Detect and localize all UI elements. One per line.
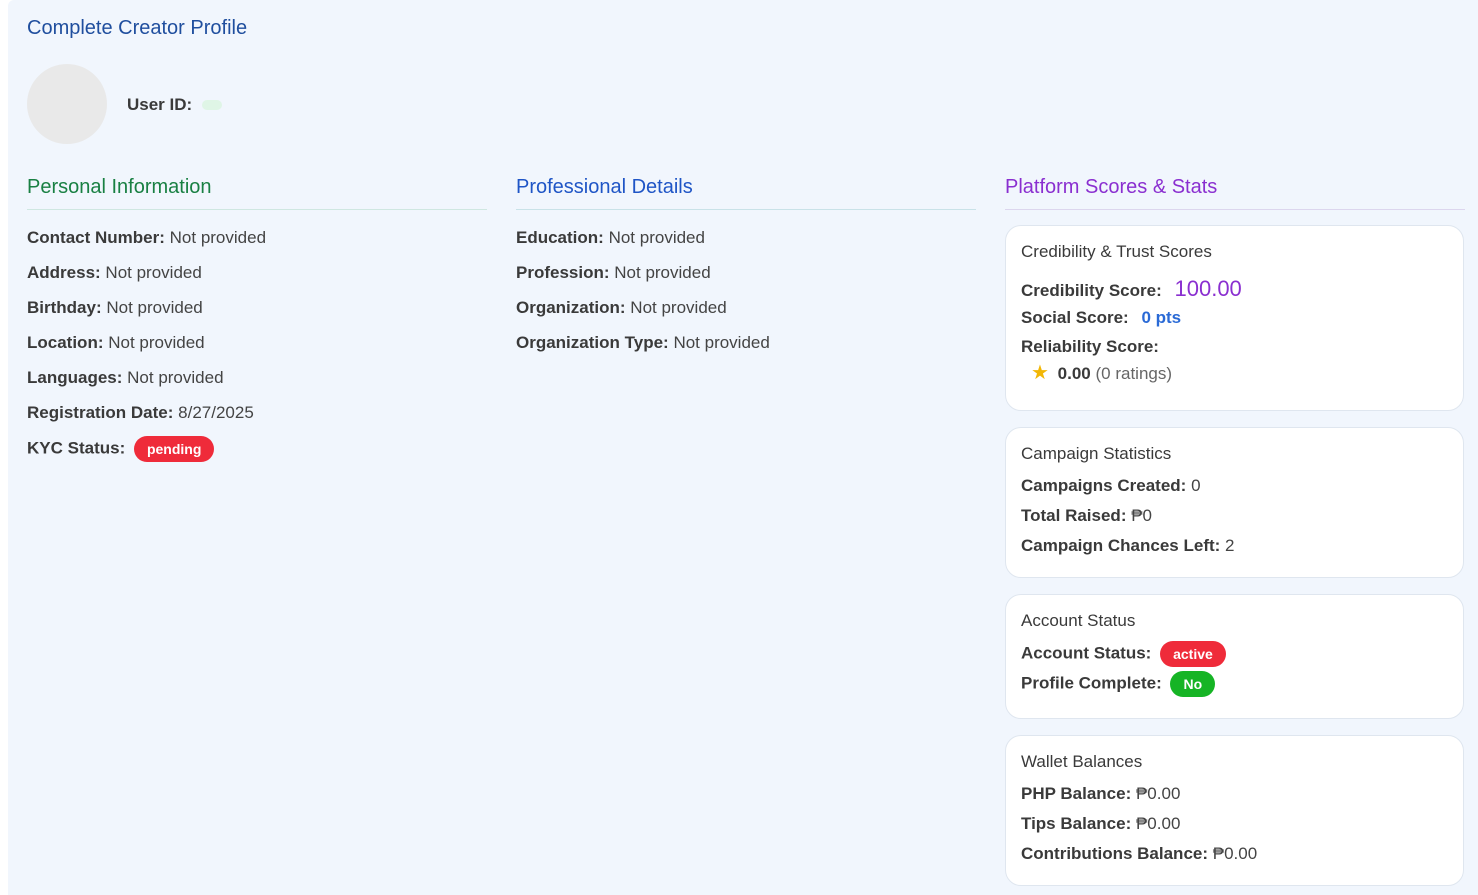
education-value: Not provided [608,228,705,247]
reliability-score-row: Reliability Score: [1021,337,1448,357]
organization-value: Not provided [630,298,727,317]
campaign-statistics-card: Campaign Statistics Campaigns Created: 0… [1005,427,1464,578]
location-label: Location: [27,333,104,352]
education-label: Education: [516,228,604,247]
total-raised-row: Total Raised: ₱0 [1021,506,1448,526]
php-balance-label: PHP Balance: [1021,784,1132,803]
location-value: Not provided [108,333,205,352]
contributions-balance-label: Contributions Balance: [1021,844,1209,863]
languages-value: Not provided [127,368,224,387]
account-status-card: Account Status Account Status: active Pr… [1005,594,1464,719]
account-status-label: Account Status: [1021,643,1152,663]
tips-balance-value: ₱0.00 [1135,814,1181,833]
birthday-value: Not provided [106,298,203,317]
contributions-balance-value: ₱0.00 [1212,844,1258,863]
personal-info-section: Personal Information Contact Number: Not… [27,176,487,471]
account-status-badge: active [1160,641,1226,667]
profile-complete-row: Profile Complete: No [1021,671,1448,697]
campaign-chances-label: Campaign Chances Left: [1021,536,1221,555]
profession-row: Profession: Not provided [516,261,976,296]
reliability-rating-row: ★ 0.00 (0 ratings) [1021,360,1448,385]
platform-scores-section: Platform Scores & Stats [1005,176,1465,210]
social-score-value: 0 pts [1141,308,1182,327]
organization-type-row: Organization Type: Not provided [516,331,976,366]
user-id-label: User ID: [127,95,193,114]
reliability-rating-count: (0 ratings) [1095,364,1173,383]
contact-number-label: Contact Number: [27,228,165,247]
kyc-status-badge: pending [133,436,215,462]
birthday-row: Birthday: Not provided [27,296,487,331]
credibility-card: Credibility & Trust Scores Credibility S… [1005,225,1464,411]
account-card-title: Account Status [1021,611,1136,630]
profession-value: Not provided [614,263,711,282]
organization-label: Organization: [516,298,626,317]
organization-row: Organization: Not provided [516,296,976,331]
total-raised-value: ₱0 [1131,506,1153,525]
credibility-score-row: Credibility Score: 100.00 [1021,276,1448,302]
wallet-balances-card: Wallet Balances PHP Balance: ₱0.00 Tips … [1005,735,1464,886]
wallet-card-title: Wallet Balances [1021,752,1143,771]
kyc-status-row: KYC Status: pending [27,436,487,471]
location-row: Location: Not provided [27,331,487,366]
organization-type-value: Not provided [673,333,770,352]
account-status-row: Account Status: active [1021,641,1448,667]
page-title: Complete Creator Profile [27,17,248,39]
avatar [27,64,107,144]
campaign-chances-value: 2 [1225,536,1235,555]
reliability-score-value: 0.00 [1057,364,1091,383]
registration-date-value: 8/27/2025 [178,403,254,422]
contact-number-row: Contact Number: Not provided [27,226,487,261]
profession-label: Profession: [516,263,610,282]
campaign-chances-row: Campaign Chances Left: 2 [1021,536,1448,556]
contributions-balance-row: Contributions Balance: ₱0.00 [1021,844,1448,864]
credibility-score-label: Credibility Score: [1021,281,1162,300]
campaigns-created-row: Campaigns Created: 0 [1021,476,1448,496]
personal-info-heading: Personal Information [27,176,487,210]
credibility-score-value: 100.00 [1174,276,1242,301]
campaigns-created-value: 0 [1191,476,1201,495]
campaign-card-title: Campaign Statistics [1021,444,1172,463]
kyc-status-label: KYC Status: [27,438,126,458]
profile-panel: Complete Creator Profile User ID: Person… [8,0,1478,895]
php-balance-value: ₱0.00 [1135,784,1181,803]
star-icon: ★ [1031,362,1049,384]
professional-details-section: Professional Details Education: Not prov… [516,176,976,366]
contact-number-value: Not provided [169,228,267,247]
credibility-card-title: Credibility & Trust Scores [1021,242,1212,261]
tips-balance-row: Tips Balance: ₱0.00 [1021,814,1448,834]
total-raised-label: Total Raised: [1021,506,1127,525]
education-row: Education: Not provided [516,226,976,261]
reliability-score-label: Reliability Score: [1021,337,1159,356]
social-score-label: Social Score: [1021,308,1129,327]
address-value: Not provided [105,263,202,282]
registration-date-label: Registration Date: [27,403,174,422]
birthday-label: Birthday: [27,298,102,317]
registration-date-row: Registration Date: 8/27/2025 [27,401,487,436]
profile-complete-label: Profile Complete: [1021,673,1162,693]
tips-balance-label: Tips Balance: [1021,814,1132,833]
user-id: User ID: [127,95,223,115]
languages-row: Languages: Not provided [27,366,487,401]
professional-details-heading: Professional Details [516,176,976,210]
user-id-value-pill [202,100,223,110]
platform-scores-heading: Platform Scores & Stats [1005,176,1465,210]
address-label: Address: [27,263,101,282]
organization-type-label: Organization Type: [516,333,669,352]
social-score-row: Social Score: 0 pts [1021,308,1448,328]
campaigns-created-label: Campaigns Created: [1021,476,1187,495]
php-balance-row: PHP Balance: ₱0.00 [1021,784,1448,804]
languages-label: Languages: [27,368,123,387]
profile-complete-badge: No [1170,671,1216,697]
address-row: Address: Not provided [27,261,487,296]
